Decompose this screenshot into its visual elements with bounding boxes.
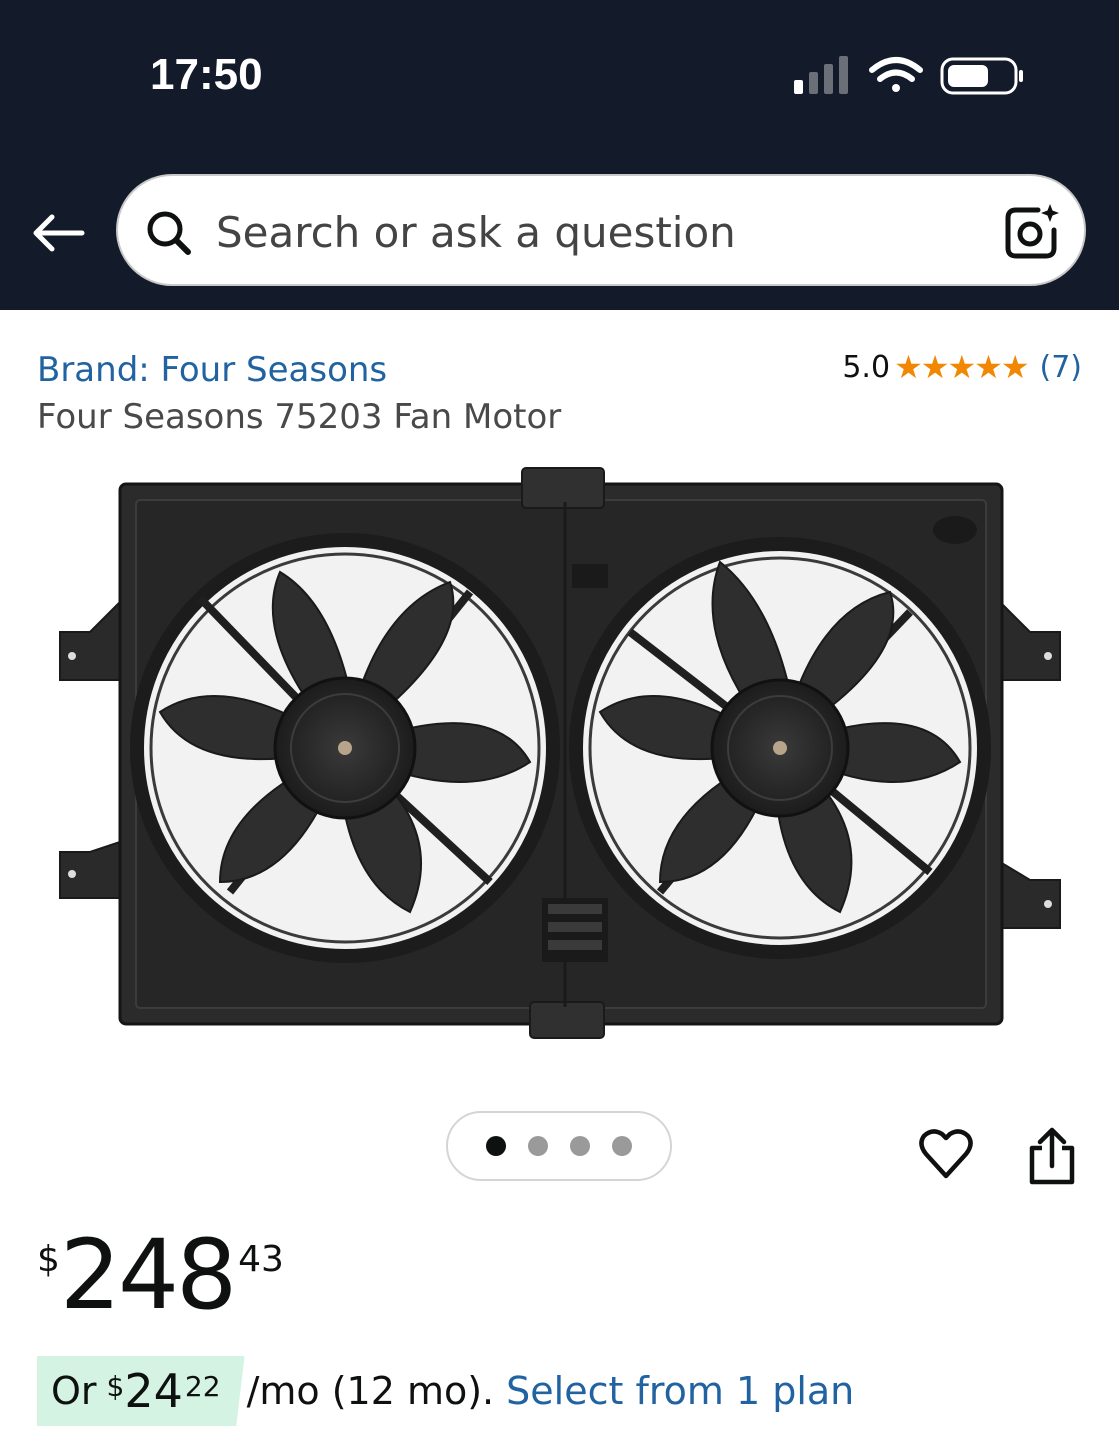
installment-currency: $ [106,1370,125,1403]
back-arrow-icon [33,214,85,252]
left-fan [130,533,560,963]
price: $ 248 43 [37,1225,284,1325]
star-rating-icon: ★★★★★ [894,348,1029,386]
heart-icon[interactable] [918,1126,974,1182]
app-header: 17:50 [0,0,1119,310]
price-fraction: 43 [238,1239,284,1280]
rating-summary[interactable]: 5.0 ★★★★★ (7) [842,348,1082,386]
search-icon [147,211,191,255]
right-fan [569,537,991,959]
image-carousel-indicator[interactable] [446,1111,672,1181]
price-currency: $ [37,1239,60,1280]
installment-price-badge: Or $ 24 22 [37,1356,245,1426]
installment-fraction: 22 [184,1370,221,1403]
status-icons [790,54,1030,100]
wifi-icon [869,57,923,92]
price-whole: 248 [59,1219,237,1331]
search-bar[interactable] [116,174,1086,286]
battery-icon [940,57,1023,95]
status-time: 17:50 [150,50,263,99]
product-image-fan-assembly[interactable] [50,462,1070,1042]
installment-term: /mo (12 mo). [246,1369,495,1413]
product-title: Four Seasons 75203 Fan Motor [37,397,562,437]
share-icon[interactable] [1024,1126,1080,1186]
search-input[interactable] [216,194,976,270]
brand-link[interactable]: Brand: Four Seasons [37,350,387,390]
installment-prefix: Or [51,1369,97,1413]
carousel-dot[interactable] [570,1136,590,1156]
carousel-dot[interactable] [486,1136,506,1156]
select-plan-link[interactable]: Select from 1 plan [506,1369,854,1413]
back-button[interactable] [28,205,88,261]
signal-icon [794,56,848,94]
rating-value: 5.0 [842,349,891,385]
carousel-dot[interactable] [612,1136,632,1156]
installment-whole: 24 [124,1364,183,1418]
camera-lens-icon[interactable] [1002,202,1062,262]
carousel-dot[interactable] [528,1136,548,1156]
rating-count-link[interactable]: (7) [1040,350,1083,385]
installment-offer: Or $ 24 22 /mo (12 mo). Select from 1 pl… [37,1356,854,1426]
